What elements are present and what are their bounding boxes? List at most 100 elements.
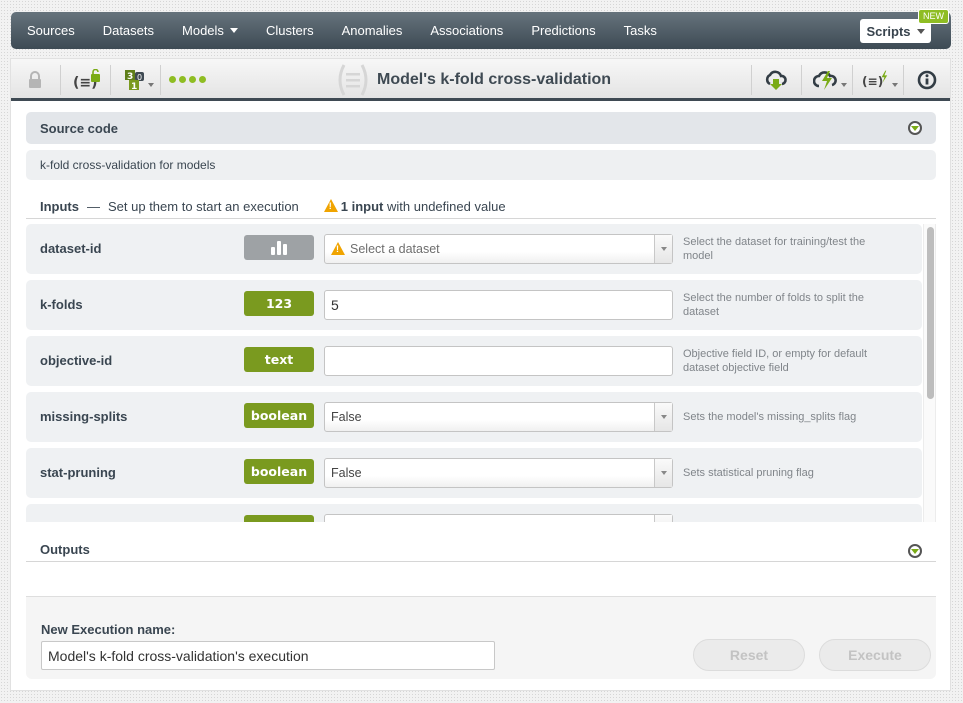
input-row-balance-objective: balance-objective boolean (26, 504, 922, 522)
script-icon (338, 64, 368, 96)
missing-splits-select[interactable]: False (324, 402, 673, 432)
type-badge: boolean (244, 403, 314, 428)
new-badge: NEW (918, 9, 949, 24)
execute-cloud-icon[interactable] (813, 67, 847, 93)
inputs-subtitle: Set up them to start an execution (108, 199, 299, 214)
select-placeholder: Select a dataset (350, 242, 440, 256)
bar-chart-icon (271, 240, 287, 255)
select-value: False (331, 466, 362, 480)
nav-anomalies[interactable]: Anomalies (328, 12, 417, 49)
warning-count: 1 input (340, 199, 384, 214)
toolbar-separator (903, 65, 904, 95)
warning-icon (331, 241, 345, 255)
inputs-scrollbar[interactable] (923, 224, 936, 522)
execution-footer: New Execution name: Reset Execute (26, 596, 936, 679)
input-name: stat-pruning (40, 465, 116, 480)
info-icon[interactable] (916, 67, 938, 93)
nav-tasks[interactable]: Tasks (610, 12, 671, 49)
input-row-dataset-id: dataset-id Select a dataset Select the d… (26, 224, 922, 274)
input-row-objective-id: objective-id text Objective field ID, or… (26, 336, 922, 386)
type-badge: boolean (244, 459, 314, 484)
dropdown-arrow-icon[interactable] (654, 515, 672, 522)
type-badge: boolean (244, 515, 314, 522)
toolbar-separator (160, 65, 161, 95)
caret-down-icon (916, 28, 925, 34)
dataset-type-badge (244, 235, 314, 260)
nav-sources[interactable]: Sources (11, 12, 89, 49)
nav-models[interactable]: Models (168, 12, 252, 49)
nav-clusters[interactable]: Clusters (252, 12, 328, 49)
input-help: Select the number of folds to split the … (683, 292, 864, 318)
progress-dot (199, 76, 206, 83)
toolbar-separator (110, 65, 111, 95)
nav-anomalies-label: Anomalies (341, 23, 403, 38)
stat-pruning-select[interactable]: False (324, 458, 673, 488)
execution-name-input[interactable] (41, 641, 495, 670)
input-value: 5 (331, 297, 339, 313)
warning-text: with undefined value (387, 199, 506, 214)
input-help: Objective field ID, or empty for default… (683, 348, 868, 374)
nav-predictions[interactable]: Predictions (517, 12, 609, 49)
balance-objective-select[interactable] (324, 514, 673, 522)
dropdown-arrow-icon[interactable] (654, 459, 672, 487)
script-unlock-icon[interactable]: (≡) (73, 67, 101, 93)
progress-dot (189, 76, 196, 83)
caret-down-icon (148, 83, 154, 87)
svg-text:(≡): (≡) (862, 75, 883, 89)
nav-datasets[interactable]: Datasets (89, 12, 168, 49)
input-name: missing-splits (40, 409, 128, 424)
toolbar-separator (852, 65, 853, 95)
input-help: Sets the model's missing_splits flag (683, 411, 857, 423)
nav-tasks-label: Tasks (623, 23, 657, 38)
nav-clusters-label: Clusters (265, 23, 314, 38)
inputs-list: dataset-id Select a dataset Select the d… (26, 224, 922, 522)
input-row-missing-splits: missing-splits boolean False Sets the mo… (26, 392, 922, 442)
select-value: False (331, 410, 362, 424)
caret-down-icon (229, 28, 238, 33)
progress-dot (179, 76, 186, 83)
execution-name-label: New Execution name: (41, 622, 176, 637)
input-row-stat-pruning: stat-pruning boolean False Sets statisti… (26, 448, 922, 498)
nav-predictions-label: Predictions (531, 23, 596, 38)
scripts-label: Scripts (866, 23, 911, 39)
svg-text:1: 1 (131, 82, 137, 91)
cloud-download-icon[interactable] (763, 67, 789, 93)
type-badge: text (244, 347, 314, 372)
caret-down-icon (892, 83, 898, 87)
execute-script-icon[interactable]: (≡) (862, 67, 898, 93)
page-title: Model's k-fold cross-validation (377, 71, 612, 88)
inputs-header: Inputs — Set up them to start an executi… (26, 199, 936, 219)
progress-dots (169, 76, 206, 83)
source-code-header[interactable]: Source code (26, 112, 936, 144)
dataset-select[interactable]: Select a dataset (324, 234, 673, 264)
nav-models-label: Models (182, 23, 224, 38)
objective-id-input[interactable] (324, 346, 673, 376)
expand-toggle-icon[interactable] (908, 544, 922, 558)
input-name: k-folds (40, 297, 83, 312)
dropdown-arrow-icon[interactable] (654, 403, 672, 431)
source-code-label: Source code (40, 120, 119, 136)
reset-button[interactable]: Reset (693, 639, 805, 671)
scrollbar-thumb[interactable] (927, 227, 934, 399)
input-name: balance-objective (40, 521, 149, 522)
script-panel: (≡) 301 Model's k-fold cross-validation (10, 58, 951, 691)
caret-down-icon (841, 83, 847, 87)
input-name: objective-id (40, 353, 113, 368)
toolbar-separator (801, 65, 802, 95)
nav-datasets-label: Datasets (102, 23, 155, 38)
toolbar: (≡) 301 Model's k-fold cross-validation (11, 59, 950, 101)
nav-associations[interactable]: Associations (416, 12, 517, 49)
outputs-header[interactable]: Outputs (26, 542, 936, 562)
dropdown-arrow-icon[interactable] (654, 235, 672, 263)
nav-sources-label: Sources (27, 23, 75, 38)
input-name: dataset-id (40, 241, 102, 256)
execute-button[interactable]: Execute (819, 639, 931, 671)
lock-icon[interactable] (27, 67, 43, 93)
counter-icon[interactable]: 301 (123, 67, 155, 93)
expand-toggle-icon[interactable] (908, 121, 922, 135)
inputs-dash: — (87, 199, 100, 214)
outputs-label: Outputs (40, 542, 90, 557)
k-folds-input[interactable]: 5 (324, 290, 673, 320)
nav-associations-label: Associations (430, 23, 504, 38)
input-help: Select the dataset for training/test the… (683, 236, 866, 262)
